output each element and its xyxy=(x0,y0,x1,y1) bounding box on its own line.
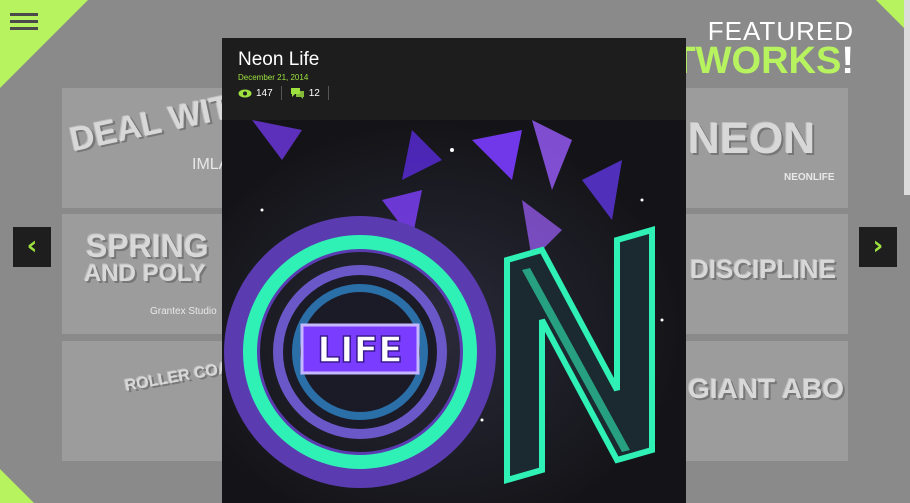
artwork-stats: 147 12 xyxy=(238,86,337,100)
artwork-thumb-roller-coaster[interactable]: ROLLER COASTER xyxy=(62,341,224,461)
shard xyxy=(532,120,572,190)
thumb-title: DISCIPLINE xyxy=(690,254,836,284)
stats-divider xyxy=(327,86,329,100)
next-arrow-icon[interactable]: › xyxy=(859,227,897,267)
shard xyxy=(472,130,522,180)
views-count: 147 xyxy=(256,87,273,99)
views-stat: 147 xyxy=(238,88,273,99)
shard xyxy=(402,130,442,180)
artwork-title: Neon Life xyxy=(238,49,320,70)
thumb-subtitle: IMLA xyxy=(192,156,224,173)
thumb-subtitle: NEONLIFE xyxy=(784,172,835,183)
artwork-thumb-giant-abo[interactable]: GIANT ABO xyxy=(684,341,848,461)
neon-life-artwork: LIFE xyxy=(224,120,664,488)
thumb-title: ROLLER COASTER xyxy=(123,352,224,395)
thumb-subtitle: Grantex Studio xyxy=(150,306,217,317)
previous-arrow-icon[interactable]: ‹ xyxy=(13,227,51,267)
shard xyxy=(252,120,302,160)
menu-icon[interactable] xyxy=(10,10,38,34)
stats-divider xyxy=(280,86,282,100)
artwork-image: LIFE xyxy=(222,120,686,503)
featured-heading-excl: ! xyxy=(841,40,854,82)
artwork-thumb-deal-with-it[interactable]: DEAL WITH IT IMLA xyxy=(62,88,224,208)
comments-stat: 12 xyxy=(290,87,320,99)
thumb-title: GIANT ABO xyxy=(688,373,845,404)
comments-icon xyxy=(290,88,304,99)
artwork-detail-panel: Neon Life December 21, 2014 147 12 LIFE xyxy=(222,38,686,503)
badge-text: LIFE xyxy=(317,330,403,371)
artwork-thumb-spring-and-poly[interactable]: SPRING AND POLY Grantex Studio xyxy=(62,214,224,334)
thumb-title: NEON xyxy=(688,114,816,163)
eye-icon xyxy=(238,89,252,97)
neon-letter-n xyxy=(504,226,655,484)
thumb-title-2: AND POLY xyxy=(84,260,206,287)
artwork-thumb-neon[interactable]: NEON NEONLIFE xyxy=(684,88,848,208)
artwork-date: December 21, 2014 xyxy=(238,73,309,82)
comments-count: 12 xyxy=(308,87,320,99)
thumb-title: DEAL WITH IT xyxy=(66,88,224,160)
shard xyxy=(582,160,622,220)
corner-accent-bottom-left xyxy=(0,469,34,503)
scrollbar[interactable] xyxy=(904,0,910,195)
artwork-thumb-discipline[interactable]: DISCIPLINE xyxy=(684,214,848,334)
